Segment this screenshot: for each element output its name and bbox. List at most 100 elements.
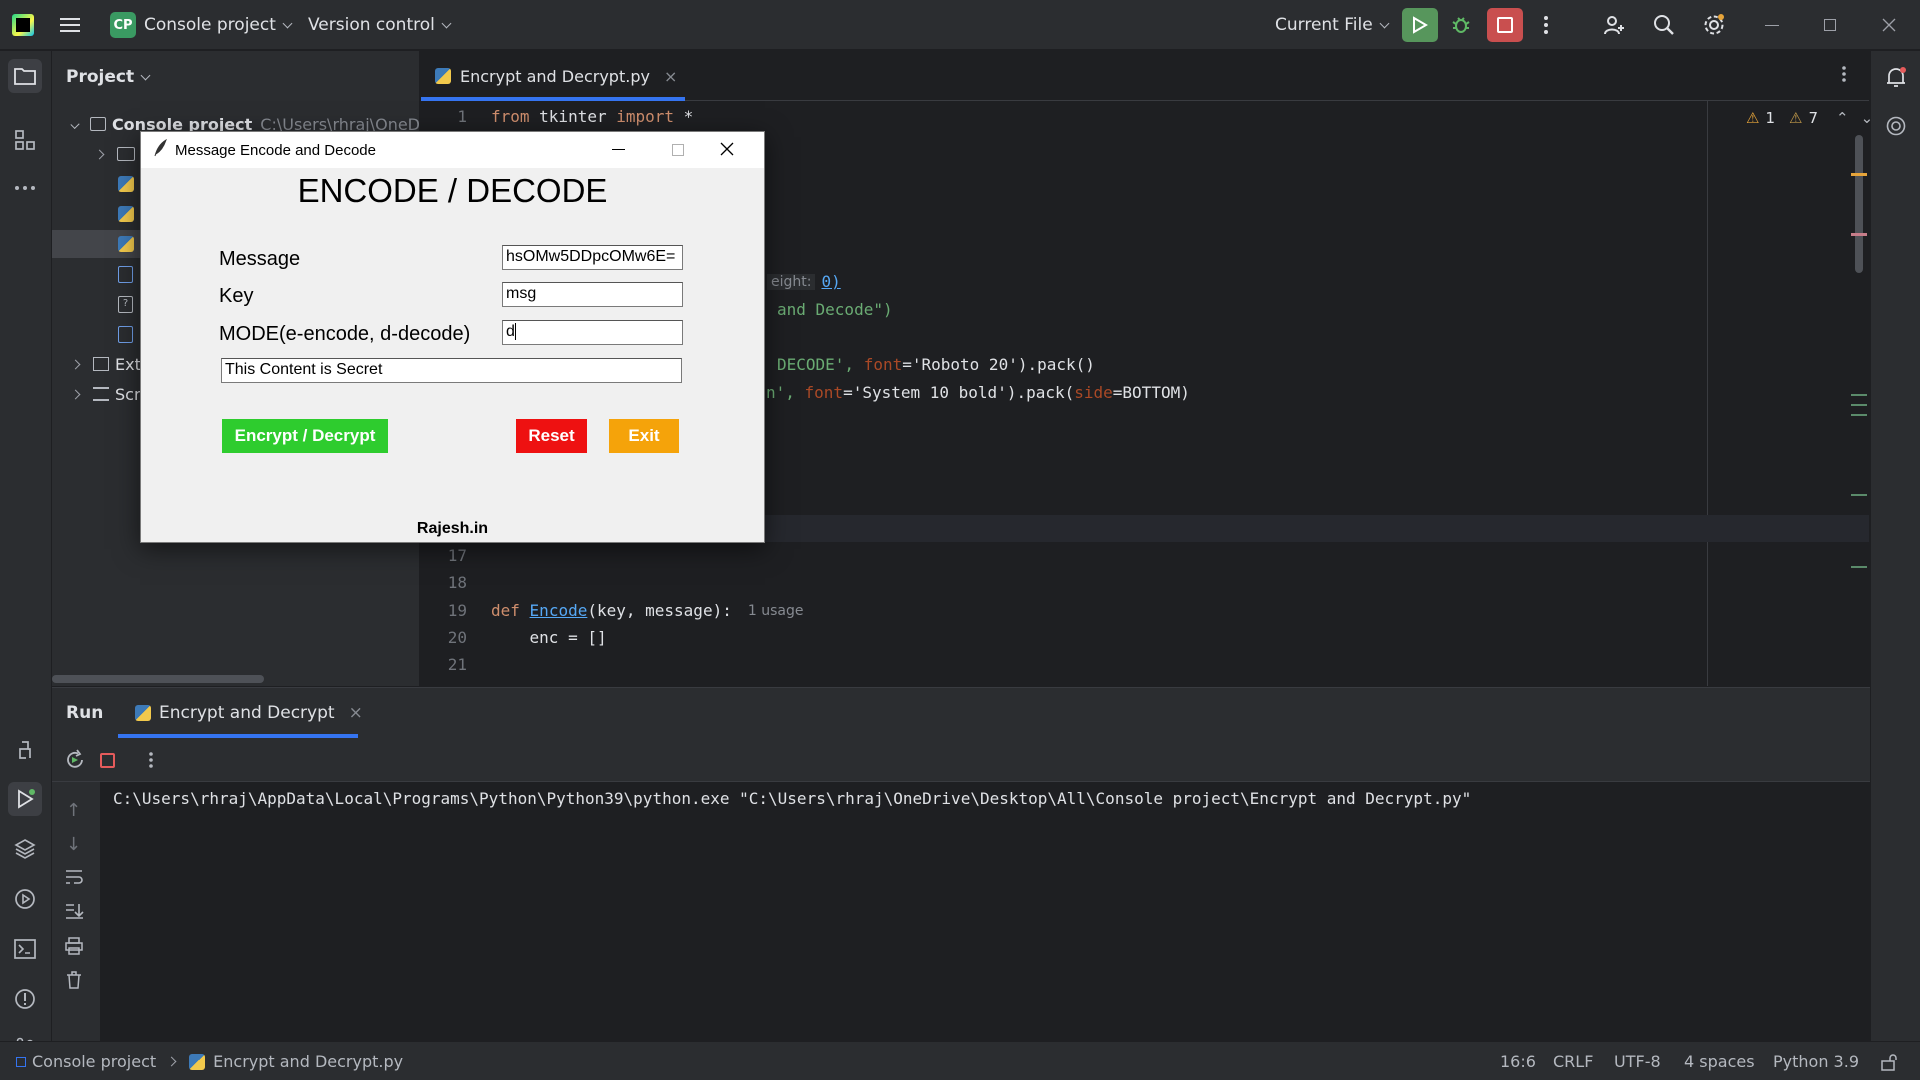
encrypt-decrypt-button[interactable]: Encrypt / Decrypt <box>222 419 388 453</box>
settings-gear-icon[interactable] <box>1702 0 1726 50</box>
mode-label: MODE(e-encode, d-decode) <box>219 323 471 345</box>
chevron-right-icon <box>70 359 81 369</box>
stop-run-icon[interactable] <box>100 753 115 768</box>
scroll-to-end-icon[interactable] <box>64 902 84 924</box>
warning-marker[interactable] <box>1851 173 1867 176</box>
structure-icon[interactable] <box>8 123 42 157</box>
code-line[interactable]: 19 def Encode (key, message): 1 usage <box>421 597 1711 624</box>
scroll-down-icon[interactable]: ↓ <box>66 834 81 855</box>
indent-setting[interactable]: 4 spaces <box>1684 1042 1755 1080</box>
exit-button[interactable]: Exit <box>609 419 679 453</box>
dialog-window-title: Message Encode and Decode <box>175 141 376 159</box>
console-output[interactable]: C:\Users\rhraj\AppData\Local\Programs\Py… <box>113 789 1471 808</box>
notifications-bell-icon[interactable] <box>1879 61 1913 95</box>
unlock-icon[interactable] <box>1880 1042 1898 1080</box>
python-console-icon[interactable] <box>8 733 42 767</box>
minimize-window-icon[interactable] <box>1765 0 1779 50</box>
version-control-menu[interactable]: Version control <box>308 0 452 50</box>
editor-more-icon[interactable] <box>1841 65 1847 87</box>
restore-window-icon[interactable] <box>1824 0 1836 50</box>
run-tab[interactable]: Encrypt and Decrypt × <box>135 688 363 738</box>
more-tools-icon[interactable] <box>8 171 42 205</box>
change-marker <box>1851 494 1867 496</box>
feather-icon <box>153 138 167 161</box>
result-output[interactable]: This Content is Secret <box>221 358 682 383</box>
project-panel-header[interactable]: Project <box>66 67 151 87</box>
project-folder-icon[interactable] <box>8 59 42 93</box>
usage-hint[interactable]: 1 usage <box>748 603 804 619</box>
services-icon[interactable] <box>8 882 42 916</box>
code-line[interactable]: 1 from tkinter import * <box>421 103 1711 130</box>
run-more-icon[interactable] <box>148 751 154 773</box>
editor-tab[interactable]: Encrypt and Decrypt.py × <box>435 51 677 101</box>
title-bar: CP Console project Version control Curre… <box>0 0 1920 50</box>
main-menu-icon[interactable] <box>60 0 82 50</box>
run-tab-bar: Run Encrypt and Decrypt × <box>52 688 1870 738</box>
rerun-icon[interactable] <box>64 749 86 775</box>
line-number: 17 <box>447 546 467 565</box>
warnings-count-a: 1 <box>1765 109 1775 127</box>
close-window-icon[interactable] <box>1882 0 1896 50</box>
project-selector[interactable]: CP Console project <box>110 0 293 50</box>
code-token: enc = [] <box>491 628 607 647</box>
close-tab-icon[interactable]: × <box>664 67 677 86</box>
terminal-icon[interactable] <box>8 932 42 966</box>
python-interpreter[interactable]: Python 3.9 <box>1773 1042 1859 1080</box>
dialog-heading: ENCODE / DECODE <box>297 172 608 209</box>
close-tab-icon[interactable]: × <box>349 703 363 723</box>
breadcrumb-project[interactable]: Console project <box>32 1052 156 1071</box>
clear-trash-icon[interactable] <box>64 970 84 994</box>
debug-bug-icon[interactable] <box>1450 0 1472 50</box>
code-token: (key, message): <box>587 601 732 620</box>
code-token: from <box>491 107 530 126</box>
ai-assistant-icon[interactable] <box>1879 109 1913 143</box>
code-fragment[interactable]: n', font ='System 10 bold').pack(side =BOT… <box>766 379 1190 406</box>
code-fragment[interactable]: and Decode") <box>777 296 893 323</box>
dialog-title-bar[interactable]: Message Encode and Decode <box>141 132 764 168</box>
code-line[interactable]: 21 <box>421 651 1711 678</box>
stop-button[interactable] <box>1487 0 1523 50</box>
code-fragment[interactable]: eight: 0) <box>767 268 841 295</box>
line-number: 21 <box>447 655 467 674</box>
dialog-minimize-icon[interactable] <box>612 149 625 150</box>
mode-input[interactable]: d <box>502 320 683 345</box>
search-icon[interactable] <box>1652 0 1676 50</box>
message-input[interactable]: hsOMw5DDpcOMw6E= <box>502 245 683 270</box>
scroll-up-icon[interactable]: ↑ <box>66 800 81 821</box>
warnings-count-b: 7 <box>1808 109 1818 127</box>
warning-marker[interactable] <box>1851 233 1867 236</box>
code-line[interactable]: 20 enc = [] <box>421 624 1711 651</box>
inspections-widget[interactable]: ⚠ 1 ⚠ 7 ⌃ ⌄ <box>1746 109 1873 127</box>
add-user-icon[interactable] <box>1602 0 1626 50</box>
code-line[interactable]: 18 <box>421 569 1711 596</box>
problems-icon[interactable] <box>8 982 42 1016</box>
dialog-close-icon[interactable] <box>720 142 734 160</box>
code-token: ='Roboto 20').pack() <box>902 355 1095 374</box>
right-tool-strip <box>1870 51 1920 1041</box>
rerun-button[interactable] <box>1402 0 1438 50</box>
run-config-selector[interactable]: Current File <box>1275 0 1390 50</box>
code-token: * <box>674 107 694 126</box>
python-packages-icon[interactable] <box>8 832 42 866</box>
run-tool-icon[interactable] <box>8 782 42 816</box>
editor-scrollbar[interactable] <box>1855 135 1863 273</box>
more-actions-icon[interactable] <box>1543 0 1549 50</box>
code-line[interactable]: 17 <box>421 542 1711 569</box>
dialog-maximize-icon[interactable] <box>672 144 684 156</box>
horizontal-scrollbar[interactable] <box>52 675 264 683</box>
reset-button[interactable]: Reset <box>516 419 587 453</box>
chevron-down-icon <box>282 18 293 28</box>
key-input[interactable]: msg <box>502 282 683 307</box>
app-logo-icon[interactable] <box>12 0 34 50</box>
line-separator[interactable]: CRLF <box>1553 1042 1593 1080</box>
file-encoding[interactable]: UTF-8 <box>1614 1042 1661 1080</box>
code-fragment[interactable]: DECODE', font ='Roboto 20').pack() <box>777 351 1095 378</box>
breadcrumb[interactable]: Console project Encrypt and Decrypt.py <box>16 1042 403 1080</box>
breadcrumb-file[interactable]: Encrypt and Decrypt.py <box>213 1052 403 1071</box>
chevron-up-icon[interactable]: ⌃ <box>1836 109 1849 127</box>
chevron-down-icon[interactable]: ⌄ <box>1861 109 1874 127</box>
library-icon <box>93 357 109 371</box>
caret-position[interactable]: 16:6 <box>1500 1042 1536 1080</box>
print-icon[interactable] <box>64 936 84 960</box>
soft-wrap-icon[interactable] <box>64 868 84 890</box>
